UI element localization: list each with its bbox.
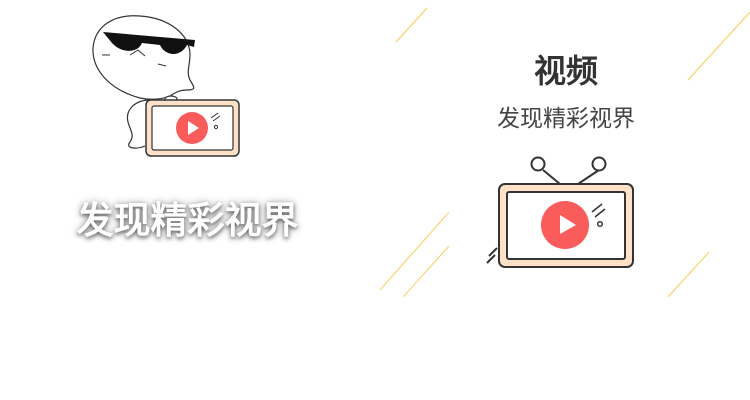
page-title: 视频 <box>533 52 598 90</box>
left-slogan: 发现精彩视界 <box>76 199 299 242</box>
sunglasses-character-icon <box>92 15 240 157</box>
tv-play-icon <box>486 156 634 268</box>
page-subtitle: 发现精彩视界 <box>497 106 635 132</box>
